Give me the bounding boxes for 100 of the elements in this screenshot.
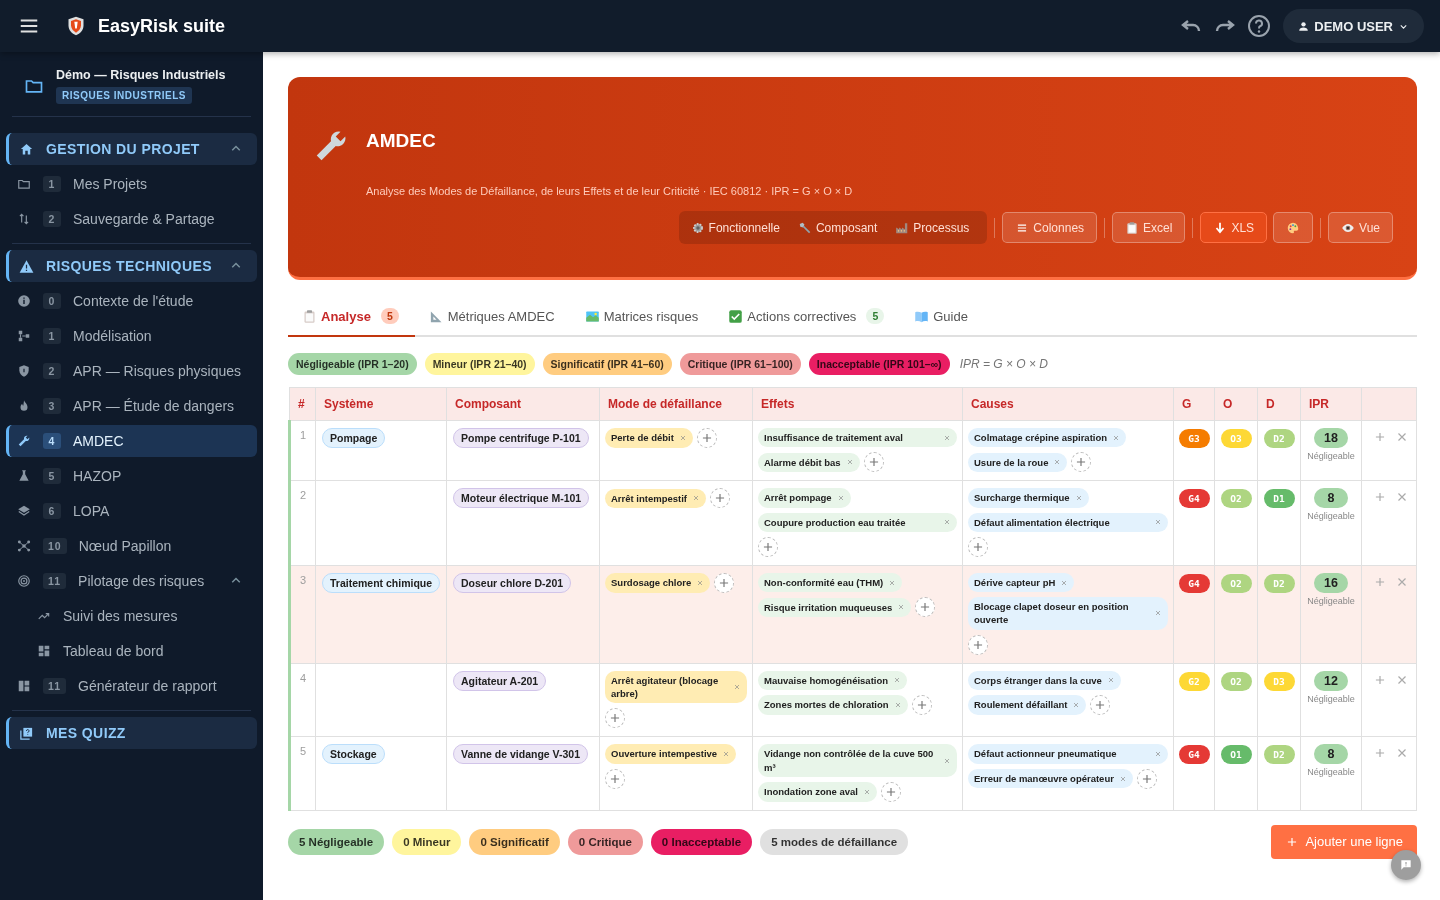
sidebar-item[interactable]: 2 Sauvegarde & Partage bbox=[6, 203, 257, 235]
warning-icon bbox=[19, 258, 34, 274]
close-icon[interactable] bbox=[678, 434, 687, 442]
close-icon[interactable] bbox=[1112, 433, 1121, 442]
add-button[interactable] bbox=[605, 768, 625, 789]
close-icon[interactable] bbox=[1053, 458, 1062, 467]
close-icon[interactable] bbox=[893, 701, 902, 710]
add-button[interactable] bbox=[1136, 768, 1157, 789]
cause-text: Usure de la roue bbox=[974, 455, 1049, 469]
close-icon[interactable] bbox=[845, 458, 854, 467]
add-button[interactable] bbox=[605, 708, 625, 729]
add-button[interactable] bbox=[968, 634, 988, 655]
column-header: D bbox=[1257, 387, 1301, 421]
tab[interactable]: Guide bbox=[900, 297, 984, 337]
close-icon[interactable] bbox=[943, 433, 951, 442]
view-mode-button[interactable]: Fonctionnelle bbox=[684, 213, 792, 242]
score-badge: O2 bbox=[1220, 573, 1252, 593]
score-badge: D1 bbox=[1263, 489, 1295, 509]
add-button[interactable] bbox=[911, 695, 932, 716]
cause-text: Roulement défaillant bbox=[974, 698, 1068, 712]
row-number: 1 bbox=[289, 420, 316, 481]
sidebar-item[interactable]: 4 AMDEC bbox=[6, 425, 257, 457]
sidebar-item[interactable]: 3 APR — Étude de dangers bbox=[6, 390, 257, 422]
grid-icon bbox=[37, 644, 51, 658]
cause-text: Erreur de manœuvre opérateur bbox=[974, 772, 1114, 786]
cause-text: Dérive capteur pH bbox=[974, 575, 1056, 590]
sidebar-item[interactable]: Tableau de bord bbox=[6, 635, 257, 667]
flask-icon bbox=[17, 469, 31, 483]
layers-icon bbox=[17, 504, 31, 518]
sidebar-item[interactable]: 5 HAZOP bbox=[6, 460, 257, 492]
score-badge: O3 bbox=[1220, 429, 1252, 448]
toolbar-button[interactable] bbox=[1273, 212, 1314, 243]
close-icon[interactable] bbox=[722, 750, 731, 758]
close-icon[interactable] bbox=[1154, 750, 1162, 758]
close-icon[interactable] bbox=[1060, 578, 1069, 587]
add-button[interactable] bbox=[696, 428, 717, 448]
sidebar-item[interactable]: 10 Nœud Papillon bbox=[6, 530, 257, 562]
close-icon[interactable] bbox=[692, 494, 700, 503]
view-mode-button[interactable]: Composant bbox=[791, 213, 890, 242]
add-button[interactable] bbox=[915, 597, 936, 618]
item-label: Nœud Papillon bbox=[78, 538, 173, 554]
plus-icon[interactable] bbox=[1373, 430, 1387, 444]
section-header[interactable]: GESTION DU PROJET bbox=[6, 133, 257, 165]
sidebar-item[interactable]: 11 Générateur de rapport bbox=[6, 670, 257, 702]
sidebar-item[interactable]: 6 LOPA bbox=[6, 495, 257, 527]
sidebar-item[interactable]: 1 Modélisation bbox=[6, 320, 257, 352]
add-button[interactable] bbox=[880, 781, 901, 802]
system-pill: Stockage bbox=[322, 744, 385, 765]
failure-mode-text: Arrêt intempestif bbox=[611, 491, 687, 505]
close-icon[interactable] bbox=[836, 493, 845, 502]
sidebar-item[interactable]: 2 APR — Risques physiques bbox=[6, 355, 257, 387]
help-icon[interactable] bbox=[1247, 14, 1272, 38]
score-badge: G3 bbox=[1178, 429, 1210, 448]
close-icon[interactable] bbox=[897, 603, 906, 612]
cause-text: Défaut actionneur pneumatique bbox=[974, 747, 1117, 761]
sidebar-item[interactable]: 0 Contexte de l'étude bbox=[6, 285, 257, 317]
view-mode-button[interactable]: Processus bbox=[889, 213, 982, 242]
close-icon[interactable] bbox=[943, 756, 951, 765]
score-badge: D3 bbox=[1263, 671, 1295, 691]
column-header: Composant bbox=[446, 387, 600, 421]
sidebar-item[interactable]: 11 Pilotage des risques bbox=[6, 565, 257, 597]
screw-icon bbox=[797, 220, 812, 235]
close-icon[interactable] bbox=[888, 578, 897, 587]
row-number: 4 bbox=[289, 663, 316, 737]
folder-icon bbox=[17, 177, 31, 191]
close-icon[interactable] bbox=[696, 578, 705, 587]
section-header[interactable]: MES QUIZZ bbox=[6, 717, 257, 749]
close-icon[interactable] bbox=[1072, 701, 1081, 710]
user-menu-button[interactable]: DEMO USER bbox=[1283, 9, 1424, 43]
shield-icon bbox=[17, 364, 31, 378]
add-button[interactable] bbox=[863, 452, 884, 473]
close-icon[interactable] bbox=[1106, 676, 1115, 685]
sidebar-item[interactable]: 1 Mes Projets bbox=[6, 168, 257, 200]
score-badge: O1 bbox=[1220, 745, 1252, 765]
tab[interactable]: Matrices risques bbox=[570, 297, 715, 337]
close-icon[interactable] bbox=[733, 683, 741, 692]
tab[interactable]: Actions correctives 5 bbox=[714, 297, 901, 337]
close-icon[interactable] bbox=[1074, 493, 1083, 502]
effect-text: Inondation zone aval bbox=[764, 785, 858, 799]
close-icon[interactable] bbox=[1154, 609, 1162, 618]
item-label: Pilotage des risques bbox=[78, 573, 206, 589]
gear-icon bbox=[690, 220, 705, 235]
tab[interactable]: Métriques AMDEC bbox=[414, 297, 571, 337]
close-icon[interactable] bbox=[862, 787, 871, 796]
cause-text: Colmatage crépine aspiration bbox=[974, 431, 1108, 445]
close-icon[interactable] bbox=[943, 518, 951, 527]
tab[interactable]: Analyse 5 bbox=[288, 297, 415, 337]
add-button[interactable] bbox=[714, 572, 735, 593]
add-button[interactable] bbox=[710, 488, 730, 509]
close-icon[interactable] bbox=[1154, 518, 1162, 527]
add-button[interactable] bbox=[758, 536, 778, 557]
shield-icon bbox=[66, 14, 86, 38]
item-number: 10 bbox=[43, 538, 67, 554]
section-header[interactable]: RISQUES TECHNIQUES bbox=[6, 250, 257, 282]
sidebar-item[interactable]: Suivi des mesures bbox=[6, 600, 257, 632]
feedback-button[interactable] bbox=[1391, 850, 1421, 880]
close-icon[interactable] bbox=[893, 676, 902, 685]
section-title: MES QUIZZ bbox=[46, 725, 127, 741]
close-icon[interactable] bbox=[1118, 774, 1127, 783]
add-button[interactable] bbox=[968, 536, 988, 557]
